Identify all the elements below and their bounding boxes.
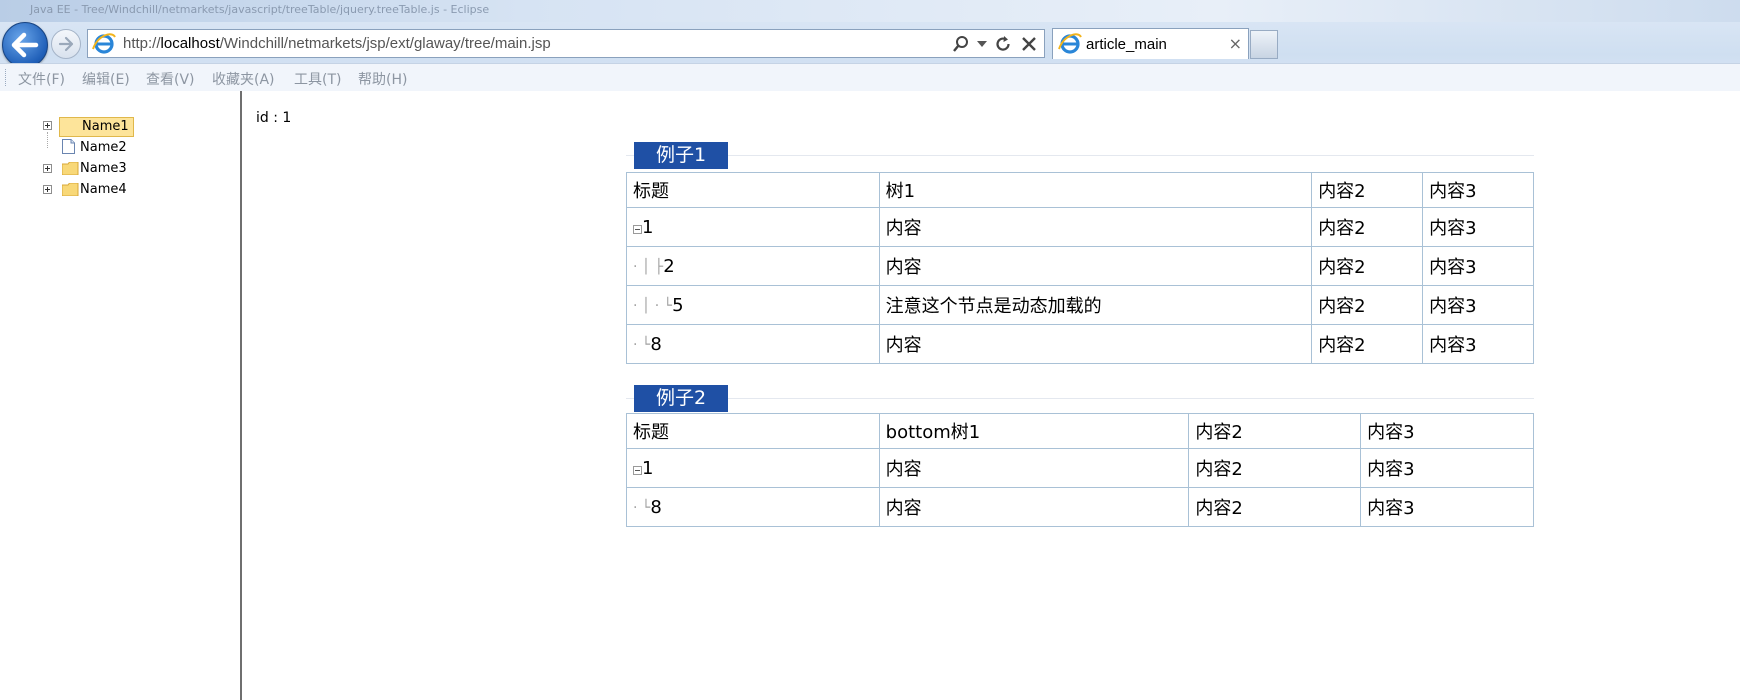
table-header-row: 标题 树1 内容2 内容3 — [626, 172, 1534, 208]
table-row[interactable]: · │ · └5 注意这个节点是动态加载的 内容2 内容3 — [626, 285, 1534, 325]
tree-cell: 1 — [626, 448, 880, 488]
table-cell: 注意这个节点是动态加载的 — [878, 285, 1313, 325]
file-icon — [62, 139, 75, 154]
table-row[interactable]: · └8 内容 内容2 内容3 — [626, 324, 1534, 364]
table-cell: 内容3 — [1422, 246, 1534, 286]
expand-icon[interactable] — [43, 121, 52, 130]
header-cell: 树1 — [878, 172, 1313, 208]
menu-bar: 文件(F) 编辑(E) 查看(V) 收藏夹(A) 工具(T) 帮助(H) — [0, 63, 1740, 91]
stop-icon[interactable] — [1018, 33, 1040, 55]
address-tools — [950, 33, 1040, 55]
table-cell: 内容 — [878, 246, 1313, 286]
address-url[interactable]: http://localhost/Windchill/netmarkets/js… — [123, 35, 551, 52]
table-cell: 内容2 — [1311, 246, 1424, 286]
table-row[interactable]: · └8 内容 内容2 内容3 — [626, 487, 1534, 527]
node-id: 2 — [663, 255, 675, 277]
tab-article-main[interactable]: article_main × — [1052, 28, 1249, 59]
close-tab-icon[interactable]: × — [1229, 34, 1242, 53]
menu-edit[interactable]: 编辑(E) — [82, 69, 130, 89]
header-cell: 内容3 — [1360, 413, 1534, 449]
window-titlebar: Java EE - Tree/Windchill/netmarkets/java… — [0, 0, 1740, 22]
table-cell: 内容3 — [1360, 487, 1534, 527]
table-cell: 内容3 — [1422, 207, 1534, 247]
tree-table-1: 标题 树1 内容2 内容3 1 内容 内容2 内容3 · │ ├2 内容 内容2… — [626, 172, 1534, 364]
table-cell: 内容2 — [1311, 324, 1424, 364]
node-id: 8 — [650, 496, 662, 518]
address-bar[interactable]: http://localhost/Windchill/netmarkets/js… — [87, 29, 1045, 58]
ie-logo-icon — [92, 33, 116, 54]
expand-icon[interactable] — [43, 185, 52, 194]
node-id: 8 — [650, 333, 662, 355]
table-cell: 内容2 — [1188, 448, 1362, 488]
tree-node-label[interactable]: Name4 — [76, 181, 131, 199]
collapse-icon[interactable] — [633, 225, 642, 235]
table-cell: 内容2 — [1311, 207, 1424, 247]
menu-help[interactable]: 帮助(H) — [358, 69, 407, 89]
table-cell: 内容 — [878, 448, 1190, 488]
forward-arrow-icon — [58, 36, 74, 52]
example-title: 例子1 — [634, 142, 729, 169]
tree-node-label[interactable]: Name2 — [76, 139, 131, 157]
tree-cell: · │ ├2 — [626, 246, 880, 286]
menu-file[interactable]: 文件(F) — [18, 69, 65, 89]
search-icon[interactable] — [950, 33, 972, 55]
tree-panel: Name1 Name2 Name3 Name4 — [0, 91, 242, 700]
header-cell: bottom树1 — [878, 413, 1190, 449]
node-id: 1 — [642, 457, 654, 479]
tree-cell: · └8 — [626, 324, 880, 364]
node-id: 1 — [642, 216, 654, 238]
tree-cell: · │ · └5 — [626, 285, 880, 325]
tree-table-2: 标题 bottom树1 内容2 内容3 1 内容 内容2 内容3 · └8 内容… — [626, 413, 1534, 527]
section-divider — [626, 398, 1534, 399]
content-panel: id : 1 例子1 标题 树1 内容2 内容3 1 内容 内容2 内容3 · … — [242, 91, 1740, 700]
table-header-row: 标题 bottom树1 内容2 内容3 — [626, 413, 1534, 449]
example-title: 例子2 — [634, 385, 729, 412]
tree-guide — [47, 132, 49, 148]
tree-guide: · └ — [633, 500, 651, 517]
tab-label: article_main — [1086, 36, 1167, 53]
tree-guide: · └ — [633, 337, 651, 354]
table-cell: 内容 — [878, 487, 1190, 527]
id-label: id : 1 — [256, 110, 292, 126]
table-cell: 内容3 — [1422, 324, 1534, 364]
menu-favorites[interactable]: 收藏夹(A) — [212, 69, 275, 89]
tree-node-label[interactable]: Name1 — [59, 117, 134, 137]
dropdown-icon[interactable] — [976, 33, 988, 55]
table-row[interactable]: · │ ├2 内容 内容2 内容3 — [626, 246, 1534, 286]
header-cell: 内容2 — [1311, 172, 1424, 208]
table-row[interactable]: 1 内容 内容2 内容3 — [626, 207, 1534, 247]
table-row[interactable]: 1 内容 内容2 内容3 — [626, 448, 1534, 488]
back-button[interactable] — [2, 22, 48, 68]
table-cell: 内容2 — [1188, 487, 1362, 527]
back-arrow-icon — [11, 32, 39, 58]
table-cell: 内容 — [878, 324, 1313, 364]
forward-button[interactable] — [51, 29, 81, 59]
header-cell: 内容2 — [1188, 413, 1362, 449]
tree-cell: · └8 — [626, 487, 880, 527]
new-tab-button[interactable] — [1250, 30, 1278, 59]
header-cell: 内容3 — [1422, 172, 1534, 208]
expand-icon[interactable] — [43, 164, 52, 173]
collapse-icon[interactable] — [633, 466, 642, 476]
browser-chrome: Java EE - Tree/Windchill/netmarkets/java… — [0, 0, 1740, 92]
menu-view[interactable]: 查看(V) — [146, 69, 195, 89]
ie-logo-icon — [1058, 33, 1082, 54]
tree-guide: · │ · └ — [633, 298, 673, 315]
table-cell: 内容 — [878, 207, 1313, 247]
table-cell: 内容3 — [1360, 448, 1534, 488]
table-cell: 内容3 — [1422, 285, 1534, 325]
tree-node-label[interactable]: Name3 — [76, 160, 131, 178]
node-id: 5 — [672, 294, 684, 316]
section-divider — [626, 155, 1534, 156]
window-title: Java EE - Tree/Windchill/netmarkets/java… — [30, 3, 490, 16]
refresh-icon[interactable] — [992, 33, 1014, 55]
menu-tools[interactable]: 工具(T) — [294, 69, 341, 89]
tree-guide: · │ ├ — [633, 259, 664, 276]
table-cell: 内容2 — [1311, 285, 1424, 325]
header-cell: 标题 — [626, 413, 880, 449]
tree-cell: 1 — [626, 207, 880, 247]
toolbar-grip — [5, 69, 9, 86]
header-cell: 标题 — [626, 172, 880, 208]
